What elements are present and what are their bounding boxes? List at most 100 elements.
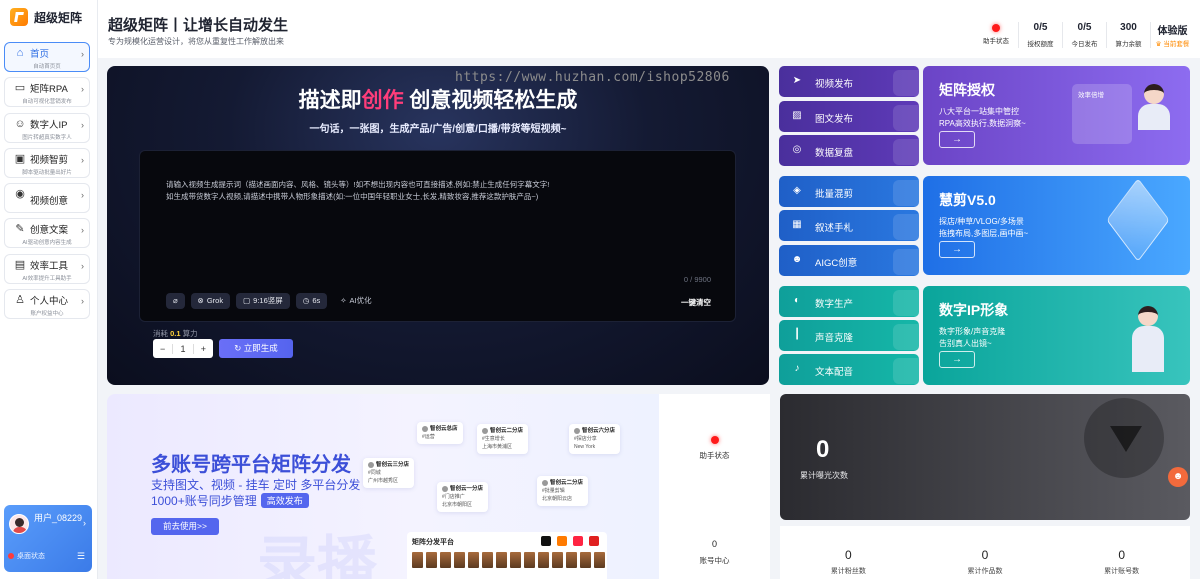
sidebar-item-sub: 自动首页页: [33, 64, 61, 70]
tile-text-dubbing[interactable]: ♪ 文本配音: [779, 354, 919, 385]
decrement-button[interactable]: −: [153, 344, 172, 354]
record-dot-icon: [711, 436, 719, 444]
exposure-label: 累计曝光次数: [800, 471, 848, 480]
sidebar-item-sub: AI效率提升工具助手: [22, 275, 72, 282]
status-dot-icon: [8, 553, 14, 559]
sidebar-item-label: 矩阵RPA: [30, 84, 68, 96]
play-icon: [1084, 398, 1164, 478]
app-name: 超级矩阵: [34, 10, 83, 25]
copywriting-icon: ✎: [15, 223, 25, 236]
feature-title: 矩阵授权: [939, 82, 995, 98]
cube-illustration: [1106, 178, 1170, 262]
note-icon: ▦: [792, 219, 802, 230]
store-node: 智创云一分店 #门店推广 北京市朝阳区: [437, 482, 489, 512]
store-node: 智创云三分店 #同城 广州市越秀区: [363, 458, 415, 488]
increment-button[interactable]: +: [194, 344, 213, 354]
app-logo[interactable]: 超级矩阵: [10, 8, 82, 26]
assistant-status-label: 助手状态: [699, 451, 730, 460]
arrow-right-icon[interactable]: →: [939, 351, 975, 368]
prompt-textarea[interactable]: 请输入视频生成提示词（描述画面内容、风格、镜头等）!如不想出现内容也可直接描述,…: [139, 150, 736, 322]
sidebar-item-home[interactable]: ⌂ 首页 › 自动首页页: [4, 42, 90, 72]
sidebar-item-video-edit[interactable]: ▣ 视频智剪 › 脚本驱动批量出好片: [4, 147, 90, 178]
video-generator-panel: 描述即创作 创意视频轻松生成 一句话，一张图，生成产品/广告/创意/口播/带货等…: [107, 66, 769, 385]
arrow-right-icon[interactable]: →: [939, 131, 975, 148]
prompt-toolbar: ⌀ ⊗ Grok ▢ 9:16竖屏 ◷ 6s ✧ AI优化: [166, 293, 379, 309]
tile-batch-mix[interactable]: ◈ 批量混剪: [779, 176, 919, 207]
sidebar-item-label: 个人中心: [30, 296, 69, 308]
user-card[interactable]: 用户_08229 › 桌面状态 ☰: [4, 505, 92, 572]
sidebar-item-rpa[interactable]: ▭ 矩阵RPA › 自动可视化营销发布: [4, 77, 90, 108]
hero-title: 描述即创作 创意视频轻松生成: [298, 89, 578, 112]
sparkle-icon: ✧: [340, 296, 347, 305]
assistant-status-panel: 助手状态 0 账号中心: [659, 394, 770, 579]
sidebar-item-video-creative[interactable]: ◉ 视频创意 ›: [4, 183, 90, 214]
feature-matrix-auth[interactable]: 效率倍增 矩阵授权 八大平台一站集中管控 RPA高效执行,数据洞察~ →: [923, 66, 1190, 165]
chevron-right-icon: ›: [81, 49, 84, 59]
sidebar-item-copywriting[interactable]: ✎ 创意文案 › AI驱动创意内容生成: [4, 218, 90, 249]
quantity-stepper: − 1 +: [153, 339, 213, 358]
account-center-link[interactable]: 账号中心: [659, 555, 770, 566]
sidebar-item-digital-ip[interactable]: ☺ 数字人IP › 图片转超真实数字人: [4, 112, 90, 143]
model-select[interactable]: ⊗ Grok: [190, 293, 231, 309]
sidebar-item-label: 效率工具: [30, 260, 69, 272]
generate-button[interactable]: ↻ 立即生成: [219, 339, 293, 358]
list-icon[interactable]: ☰: [77, 551, 85, 562]
sidebar-item-tools[interactable]: ▤ 效率工具 › AI效率提升工具助手: [4, 253, 90, 284]
desktop-status: 桌面状态: [8, 551, 45, 561]
ghost-text: 录播: [257, 531, 377, 579]
feature-desc: 数字形象/声音克隆 告别真人出镜~: [939, 327, 1006, 348]
chevron-right-icon: ›: [81, 260, 84, 271]
tile-voice-clone[interactable]: ┃ 声音克隆: [779, 320, 919, 351]
sidebar: 超级矩阵 ⌂ 首页 › 自动首页页 ▭ 矩阵RPA › 自动可视化营销发布 ☺ …: [0, 0, 98, 579]
person-illustration: [1134, 80, 1174, 130]
duration-select[interactable]: ◷ 6s: [295, 293, 328, 309]
ai-optimize-button[interactable]: ✧ AI优化: [333, 293, 378, 309]
tile-image-publish[interactable]: ▨ 图文发布: [779, 101, 919, 132]
tile-aigc[interactable]: ☻ AIGC创意: [779, 245, 919, 276]
watermark-text: https://www.huzhan.com/ishop52806: [455, 70, 730, 85]
sidebar-item-sub: 图片转超真实数字人: [22, 134, 72, 141]
float-action-button[interactable]: ☻: [1168, 467, 1188, 487]
feature-digital-ip[interactable]: 数字IP形象 数字形象/声音克隆 告别真人出镜~ →: [923, 286, 1190, 385]
rpa-icon: ▭: [14, 82, 26, 95]
store-node: 智创云六分店 #探店分享 New York: [569, 424, 621, 454]
image-icon: ▨: [792, 110, 802, 121]
sidebar-item-label: 视频创意: [30, 196, 69, 208]
platform-icons: [541, 536, 599, 546]
accounts-stat: 0 累计账号数: [1104, 548, 1140, 575]
hero-subtitle: 一句话，一张图，生成产品/广告/创意/口播/带货等短视频~: [309, 124, 567, 135]
cost-label: 消耗 0.1 算力: [153, 329, 198, 338]
clear-button[interactable]: 一键清空: [681, 297, 711, 308]
banner-line: 支持图文、视频 - 挂车 定时 多平台分发: [151, 478, 361, 492]
attach-button[interactable]: ⌀: [166, 293, 185, 309]
arrow-right-icon[interactable]: →: [939, 241, 975, 258]
feature-title: 数字IP形象: [939, 302, 1009, 318]
feature-desc: 八大平台一站集中管控 RPA高效执行,数据洞察~: [939, 107, 1026, 128]
assistant-status[interactable]: 助手状态: [974, 22, 1018, 48]
aigc-icon: ☻: [791, 254, 803, 265]
tile-digital-production[interactable]: ◐ 数字生产: [779, 286, 919, 317]
feature-smart-edit[interactable]: 慧剪V5.0 探店/种草/VLOG/多场景 拖拽布局,多图层,画中画~ →: [923, 176, 1190, 275]
banner-line: 1000+账号同步管理 高效发布: [151, 492, 309, 509]
digital-icon: ◐: [793, 295, 801, 306]
model-icon: ⊗: [197, 296, 204, 305]
chevron-right-icon: ›: [81, 296, 84, 307]
sidebar-item-profile[interactable]: ♙ 个人中心 › 账户权益中心: [4, 289, 90, 320]
tile-narrative[interactable]: ▦ 叙述手札: [779, 210, 919, 241]
current-plan[interactable]: 体验版 ♛ 当前套餐: [1150, 22, 1194, 48]
crown-icon: ♛: [1155, 41, 1162, 48]
chevron-right-icon: ›: [81, 119, 84, 130]
home-icon: ⌂: [16, 47, 24, 59]
banner-badge: 高效发布: [260, 493, 309, 508]
user-icon: ♙: [15, 294, 25, 307]
account-center-value: 0: [711, 539, 717, 549]
aspect-select[interactable]: ▢ 9:16竖屏: [236, 293, 290, 309]
sidebar-item-label: 视频智剪: [30, 154, 69, 166]
chevron-right-icon: ›: [81, 225, 84, 236]
sidebar-nav: ⌂ 首页 › 自动首页页 ▭ 矩阵RPA › 自动可视化营销发布 ☺ 数字人IP…: [4, 42, 90, 324]
refresh-icon: ↻: [234, 343, 242, 353]
tile-data-review[interactable]: ◎ 数据复盘: [779, 135, 919, 166]
tile-video-publish[interactable]: ➤ 视频发布: [779, 66, 919, 97]
quantity-value[interactable]: 1: [172, 343, 194, 354]
go-use-button[interactable]: 前去使用>>: [151, 518, 219, 535]
